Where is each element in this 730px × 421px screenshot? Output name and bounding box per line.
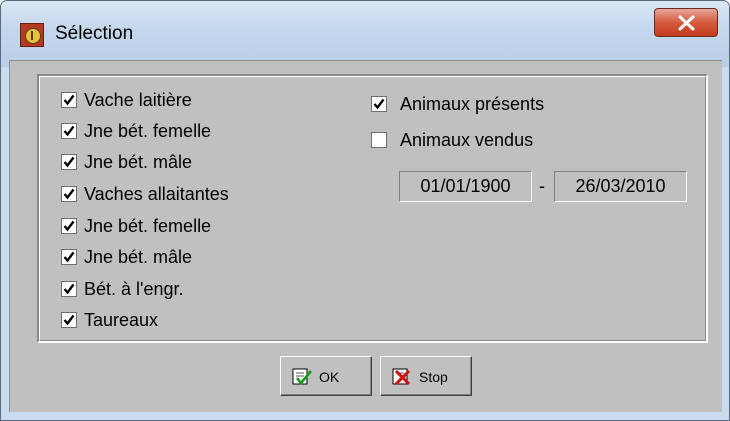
check-icon (63, 220, 75, 232)
check-icon (63, 125, 75, 137)
stop-x-document-icon (392, 368, 411, 386)
check-icon (373, 98, 385, 110)
checkbox-label: Animaux vendus (400, 130, 534, 150)
title-bar[interactable]: Sélection (1, 1, 729, 67)
checkbox-jne-bet-male[interactable] (61, 154, 77, 170)
checkbox-animaux-vendus[interactable] (371, 132, 387, 148)
checkbox-label: Jne bét. femelle (84, 121, 212, 141)
close-icon (678, 15, 695, 31)
date-from-field[interactable]: 01/01/1900 (399, 171, 532, 202)
dialog-client-area: Vache laitière Jne bét. femelle Jne bét.… (9, 60, 722, 412)
stop-label: Stop (419, 369, 448, 385)
checkbox-label: Vache laitière (84, 90, 192, 110)
check-icon (63, 188, 75, 200)
checkbox-label: Taureaux (84, 310, 159, 330)
ok-button[interactable]: OK (280, 356, 372, 396)
checkbox-jne-bet-femelle-2[interactable] (61, 218, 77, 234)
checkbox-label: Jne bét. mâle (84, 247, 193, 267)
check-icon (63, 251, 75, 263)
check-icon (63, 283, 75, 295)
selection-dialog: Sélection Vache laitière Jne bét. femell… (0, 0, 730, 421)
checkbox-vache-laitiere[interactable] (61, 92, 77, 108)
check-icon (63, 314, 75, 326)
stop-button[interactable]: Stop (380, 356, 472, 396)
app-bug-icon (20, 23, 44, 47)
filter-group-box: Vache laitière Jne bét. femelle Jne bét.… (37, 74, 708, 343)
checkbox-label: Jne bét. femelle (84, 216, 212, 236)
checkbox-label: Vaches allaitantes (84, 184, 229, 204)
checkbox-jne-bet-male-2[interactable] (61, 249, 77, 265)
checkbox-taureaux[interactable] (61, 312, 77, 328)
check-icon (63, 94, 75, 106)
date-separator: - (539, 176, 545, 196)
checkbox-label: Animaux présents (400, 94, 545, 114)
checkbox-label: Bét. à l'engr. (84, 279, 184, 299)
ok-label: OK (319, 369, 340, 385)
checkbox-vaches-allaitantes[interactable] (61, 186, 77, 202)
checkbox-label: Jne bét. mâle (84, 152, 193, 172)
window-title: Sélection (55, 23, 134, 44)
check-icon (63, 156, 75, 168)
checkmark-document-icon (292, 368, 312, 386)
checkbox-bet-engr[interactable] (61, 281, 77, 297)
date-to-field[interactable]: 26/03/2010 (554, 171, 687, 202)
checkbox-animaux-presents[interactable] (371, 96, 387, 112)
close-button[interactable] (654, 8, 718, 37)
checkbox-jne-bet-femelle[interactable] (61, 123, 77, 139)
